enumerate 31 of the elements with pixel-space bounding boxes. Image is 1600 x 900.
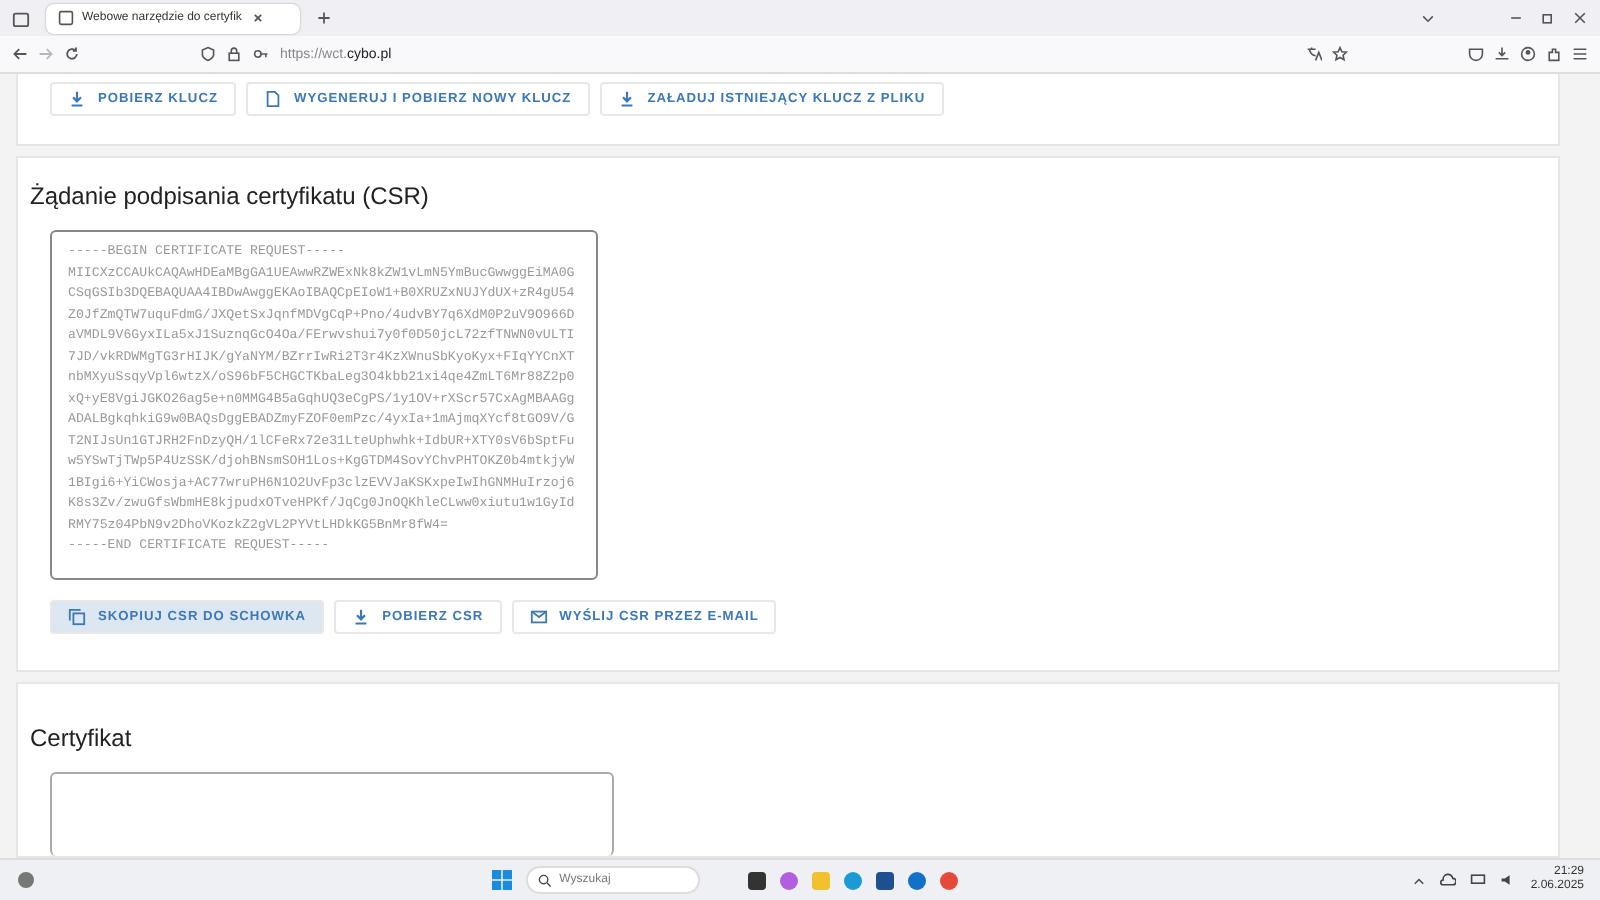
menu-icon[interactable] [1572,46,1588,62]
star-icon[interactable] [1332,46,1348,62]
section-title: Żądanie podpisania certyfikatu (CSR) [30,182,431,210]
shield-icon [200,46,216,62]
monitor-icon[interactable] [1470,872,1487,888]
close-icon[interactable] [249,10,266,26]
chevron-down-icon[interactable] [1420,10,1436,26]
reload-icon[interactable] [64,46,80,62]
mail-icon [529,608,548,626]
extensions-icon[interactable] [1546,46,1562,62]
download-icon [68,90,86,108]
download-icon[interactable] [1494,46,1510,62]
chevron-up-icon[interactable] [1412,873,1427,887]
section-title: Certyfikat [30,724,134,752]
key-icon[interactable] [252,46,270,62]
tab-list-icon[interactable] [12,9,30,27]
restore-icon[interactable] [1540,10,1556,26]
close-icon[interactable] [1572,10,1588,26]
translate-icon[interactable] [1306,46,1322,62]
windows-start-icon[interactable] [491,870,512,890]
back-icon[interactable] [12,46,28,62]
download-icon [352,608,371,626]
search-icon [537,873,552,887]
file-icon [263,90,282,108]
cloud-icon[interactable] [1440,872,1457,888]
new-tab-icon[interactable] [316,10,332,26]
download-icon [617,90,636,108]
account-icon[interactable] [1520,46,1536,62]
page-icon [58,10,74,26]
copy-icon [68,608,86,626]
lock-icon[interactable] [226,46,242,62]
